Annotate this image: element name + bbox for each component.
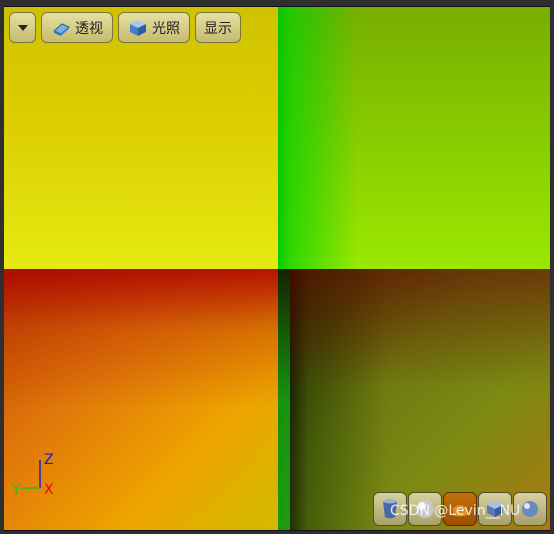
axis-z-label: Z bbox=[44, 452, 54, 468]
3d-viewport[interactable]: 透视 光照 显示 Z Y X CSDN @Levin__NU bbox=[0, 0, 554, 534]
chevron-down-icon bbox=[17, 24, 28, 31]
axis-y-label: Y bbox=[12, 482, 21, 498]
eraser-icon bbox=[53, 22, 70, 36]
perspective-label: 透视 bbox=[75, 20, 103, 37]
render-canvas[interactable] bbox=[4, 6, 550, 531]
watermark: CSDN @Levin__NU bbox=[390, 503, 521, 519]
quadrant-top-right bbox=[278, 7, 550, 269]
show-button[interactable]: 显示 bbox=[195, 12, 241, 43]
quadrant-bottom-right bbox=[278, 269, 550, 530]
perspective-button[interactable]: 透视 bbox=[41, 12, 113, 43]
quadrant-top-left bbox=[4, 7, 278, 269]
cube-icon bbox=[130, 19, 146, 36]
material-icon bbox=[522, 501, 538, 517]
lighting-label: 光照 bbox=[152, 20, 180, 37]
show-label: 显示 bbox=[204, 20, 232, 37]
axis-gizmo: Z Y X bbox=[12, 450, 62, 500]
axis-x-label: X bbox=[44, 482, 54, 498]
lighting-button[interactable]: 光照 bbox=[118, 12, 190, 43]
viewport-menu-button[interactable] bbox=[9, 12, 36, 43]
